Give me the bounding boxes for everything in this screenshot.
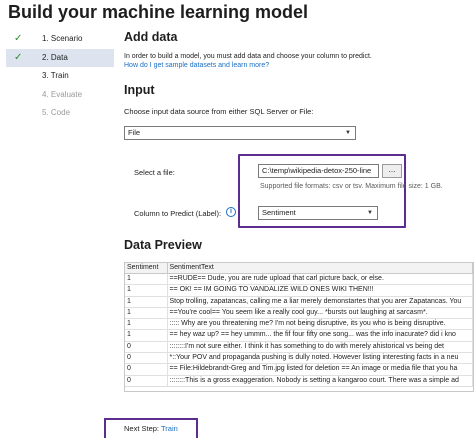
data-preview-heading: Data Preview	[124, 238, 202, 252]
table-row[interactable]: 1 == OK! == IM GOING TO VANDALIZE WILD ON…	[125, 284, 473, 297]
cell-text: *::Your POV and propaganda pushing is du…	[167, 352, 473, 365]
cell-sentiment: 1	[125, 273, 168, 286]
cell-text: ::::::::This is a gross exaggeration. No…	[167, 375, 473, 387]
step-label: 4. Evaluate	[42, 89, 83, 99]
table-row[interactable]: 0 *::Your POV and propaganda pushing is d…	[125, 352, 473, 365]
sample-link-row: How do I get sample datasets and learn m…	[124, 62, 269, 69]
add-data-description: In order to build a model, you must add …	[124, 53, 372, 60]
file-formats-hint: Supported file formats: csv or tsv. Maxi…	[260, 183, 443, 190]
cell-sentiment: 1	[125, 284, 168, 297]
cell-sentiment: 1	[125, 296, 168, 308]
cell-text: ==You're cool== You seem like a really c…	[167, 307, 473, 320]
cell-text: ::::: Why are you threatening me? I'm no…	[167, 318, 473, 331]
sample-datasets-link[interactable]: How do I get sample datasets and learn m…	[124, 62, 269, 69]
cell-text: == OK! == IM GOING TO VANDALIZE WILD ONE…	[167, 284, 473, 297]
table-row[interactable]: 0::::::::This is a gross exaggeration. N…	[125, 375, 473, 387]
predict-column-label: Column to Predict (Label):	[134, 209, 222, 218]
wizard-steps: ✓ 1. Scenario ✓ 2. Data 3. Train 4. Eval…	[6, 30, 114, 123]
cell-sentiment: 1	[125, 307, 168, 320]
step-scenario[interactable]: ✓ 1. Scenario	[6, 30, 114, 49]
add-data-heading: Add data	[124, 30, 178, 44]
page-title: Build your machine learning model	[8, 2, 309, 22]
table-row[interactable]: 1 ==You're cool== You seem like a really …	[125, 307, 473, 320]
step-label: 3. Train	[42, 71, 69, 80]
cell-sentiment: 0	[125, 341, 168, 354]
next-step: Next Step: Train	[124, 424, 178, 433]
data-preview-grid[interactable]: Sentiment SentimentText 1 ==RUDE== Dude, …	[124, 262, 474, 392]
next-step-train-link[interactable]: Train	[161, 424, 178, 433]
chevron-down-icon: ▼	[367, 210, 373, 216]
select-file-label: Select a file:	[134, 168, 175, 177]
table-row[interactable]: 1 == hey waz up? == hey ummm... the fif f…	[125, 329, 473, 342]
column-header-sentimenttext[interactable]: SentimentText	[167, 263, 473, 274]
cell-text: == hey waz up? == hey ummm... the fif fo…	[167, 329, 473, 342]
step-label: 5. Code	[42, 108, 71, 117]
step-code: 5. Code	[6, 104, 114, 123]
table-row[interactable]: 0::::::::I'm not sure either. I think it…	[125, 341, 473, 354]
step-train[interactable]: 3. Train	[6, 67, 114, 86]
step-label: 1. Scenario	[42, 34, 83, 43]
file-path-input[interactable]: C:\temp\wikipedia-detox-250-line	[258, 164, 379, 178]
predict-column-select[interactable]: Sentiment ▼	[258, 206, 378, 220]
step-evaluate: 4. Evaluate	[6, 86, 114, 105]
predict-column-value: Sentiment	[262, 208, 296, 217]
next-step-prefix: Next Step:	[124, 424, 160, 433]
cell-sentiment: 0	[125, 375, 168, 387]
table-row[interactable]: 1 ==RUDE== Dude, you are rude upload that…	[125, 273, 473, 286]
source-prompt: Choose input data source from either SQL…	[124, 107, 314, 116]
cell-sentiment: 0	[125, 363, 168, 376]
data-source-value: File	[128, 128, 141, 137]
cell-text: Stop trolling, zapatancas, calling me a …	[167, 296, 473, 308]
step-label: 2. Data	[42, 52, 68, 62]
cell-text: == File:Hildebrandt-Greg and Tim.jpg lis…	[167, 363, 473, 376]
table-row[interactable]: 1::::: Why are you threatening me? I'm n…	[125, 318, 473, 331]
step-data[interactable]: ✓ 2. Data	[6, 48, 114, 67]
data-source-select[interactable]: File ▼	[124, 126, 356, 140]
browse-button[interactable]: ...	[382, 164, 402, 178]
cell-text: ::::::::I'm not sure either. I think it …	[167, 341, 473, 354]
info-icon[interactable]: i	[226, 207, 236, 217]
chevron-down-icon: ▼	[345, 130, 351, 136]
cell-text: ==RUDE== Dude, you are rude upload that …	[167, 273, 473, 286]
check-icon: ✓	[14, 33, 23, 44]
column-header-sentiment[interactable]: Sentiment	[125, 263, 168, 274]
input-heading: Input	[124, 83, 155, 97]
table-row[interactable]: 0 == File:Hildebrandt-Greg and Tim.jpg li…	[125, 363, 473, 376]
cell-sentiment: 0	[125, 352, 168, 365]
cell-sentiment: 1	[125, 329, 168, 342]
cell-sentiment: 1	[125, 318, 168, 331]
table-row[interactable]: 1 Stop trolling, zapatancas, calling me a…	[125, 296, 473, 308]
check-icon: ✓	[14, 51, 23, 63]
